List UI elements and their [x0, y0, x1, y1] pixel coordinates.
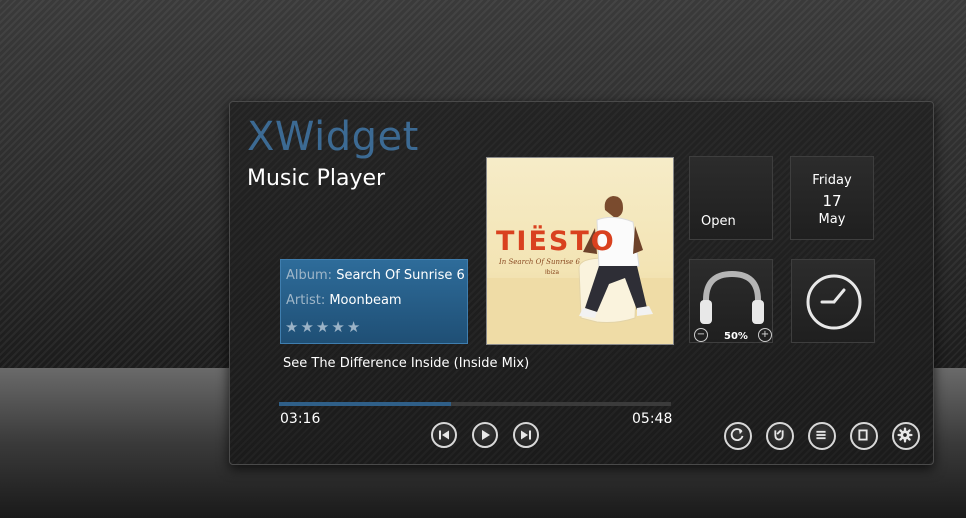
widget-subtitle: Music Player — [247, 166, 386, 191]
album-art-image: TIËSTO In Search Of Sunrise 6 Ibiza — [487, 158, 673, 344]
clock-icon — [806, 274, 862, 330]
artist-value: Moonbeam — [329, 293, 402, 308]
album-subtitle-text: In Search Of Sunrise 6 — [498, 258, 581, 266]
album-row: Album: Search Of Sunrise 6 — [286, 268, 465, 283]
star-icon[interactable]: ★ — [285, 320, 298, 335]
elapsed-time: 03:16 — [280, 411, 321, 427]
track-info-panel: Album: Search Of Sunrise 6 Artist: Moonb… — [280, 259, 468, 344]
play-button[interactable] — [472, 422, 498, 448]
menu-icon — [816, 430, 826, 440]
skip-forward-icon — [521, 430, 531, 440]
music-player-widget: XWidget Music Player Album: Search Of Su… — [229, 101, 934, 465]
open-label: Open — [701, 214, 736, 229]
date-month: May — [818, 212, 846, 227]
star-icon[interactable]: ★ — [347, 320, 360, 335]
open-tile[interactable]: Open — [689, 156, 773, 240]
album-art: TIËSTO In Search Of Sunrise 6 Ibiza — [486, 157, 674, 345]
next-button[interactable] — [513, 422, 539, 448]
star-icon[interactable]: ★ — [331, 320, 344, 335]
date-day: 17 — [822, 192, 842, 210]
volume-up-button[interactable]: + — [758, 328, 772, 342]
stop-button[interactable] — [850, 422, 878, 450]
album-logo-text: TIËSTO — [496, 225, 616, 257]
album-location-text: Ibiza — [545, 269, 559, 276]
repeat-button[interactable] — [724, 422, 752, 450]
album-label: Album: — [286, 268, 333, 283]
gear-icon — [897, 427, 913, 443]
progress-fill — [279, 402, 452, 406]
shuffle-icon — [774, 429, 784, 441]
volume-down-button[interactable]: − — [694, 328, 708, 342]
date-tile: Friday 17 May — [790, 156, 874, 240]
star-icon[interactable]: ★ — [316, 320, 329, 335]
track-title: See The Difference Inside (Inside Mix) — [283, 356, 530, 371]
headphones-icon — [700, 270, 764, 324]
volume-percent: 50% — [724, 331, 748, 342]
playlist-button[interactable] — [808, 422, 836, 450]
progress-bar[interactable] — [279, 402, 671, 406]
album-logo: TIËSTO — [496, 225, 616, 257]
skip-back-icon — [439, 430, 449, 440]
total-time: 05:48 — [632, 411, 673, 427]
brand-title: XWidget — [247, 114, 419, 160]
play-icon — [482, 430, 490, 440]
shuffle-button[interactable] — [766, 422, 794, 450]
star-icon[interactable]: ★ — [300, 320, 313, 335]
artist-label: Artist: — [286, 293, 326, 308]
album-value: Search Of Sunrise 6 — [336, 268, 465, 283]
settings-button[interactable] — [892, 422, 920, 450]
rating-stars[interactable]: ★ ★ ★ ★ ★ — [285, 320, 360, 335]
square-icon — [858, 429, 868, 441]
artist-row: Artist: Moonbeam — [286, 293, 462, 308]
date-weekday: Friday — [812, 173, 852, 188]
volume-tile[interactable]: − 50% + — [689, 259, 773, 343]
repeat-icon — [730, 428, 744, 442]
clock-tile[interactable] — [791, 259, 875, 343]
previous-button[interactable] — [431, 422, 457, 448]
